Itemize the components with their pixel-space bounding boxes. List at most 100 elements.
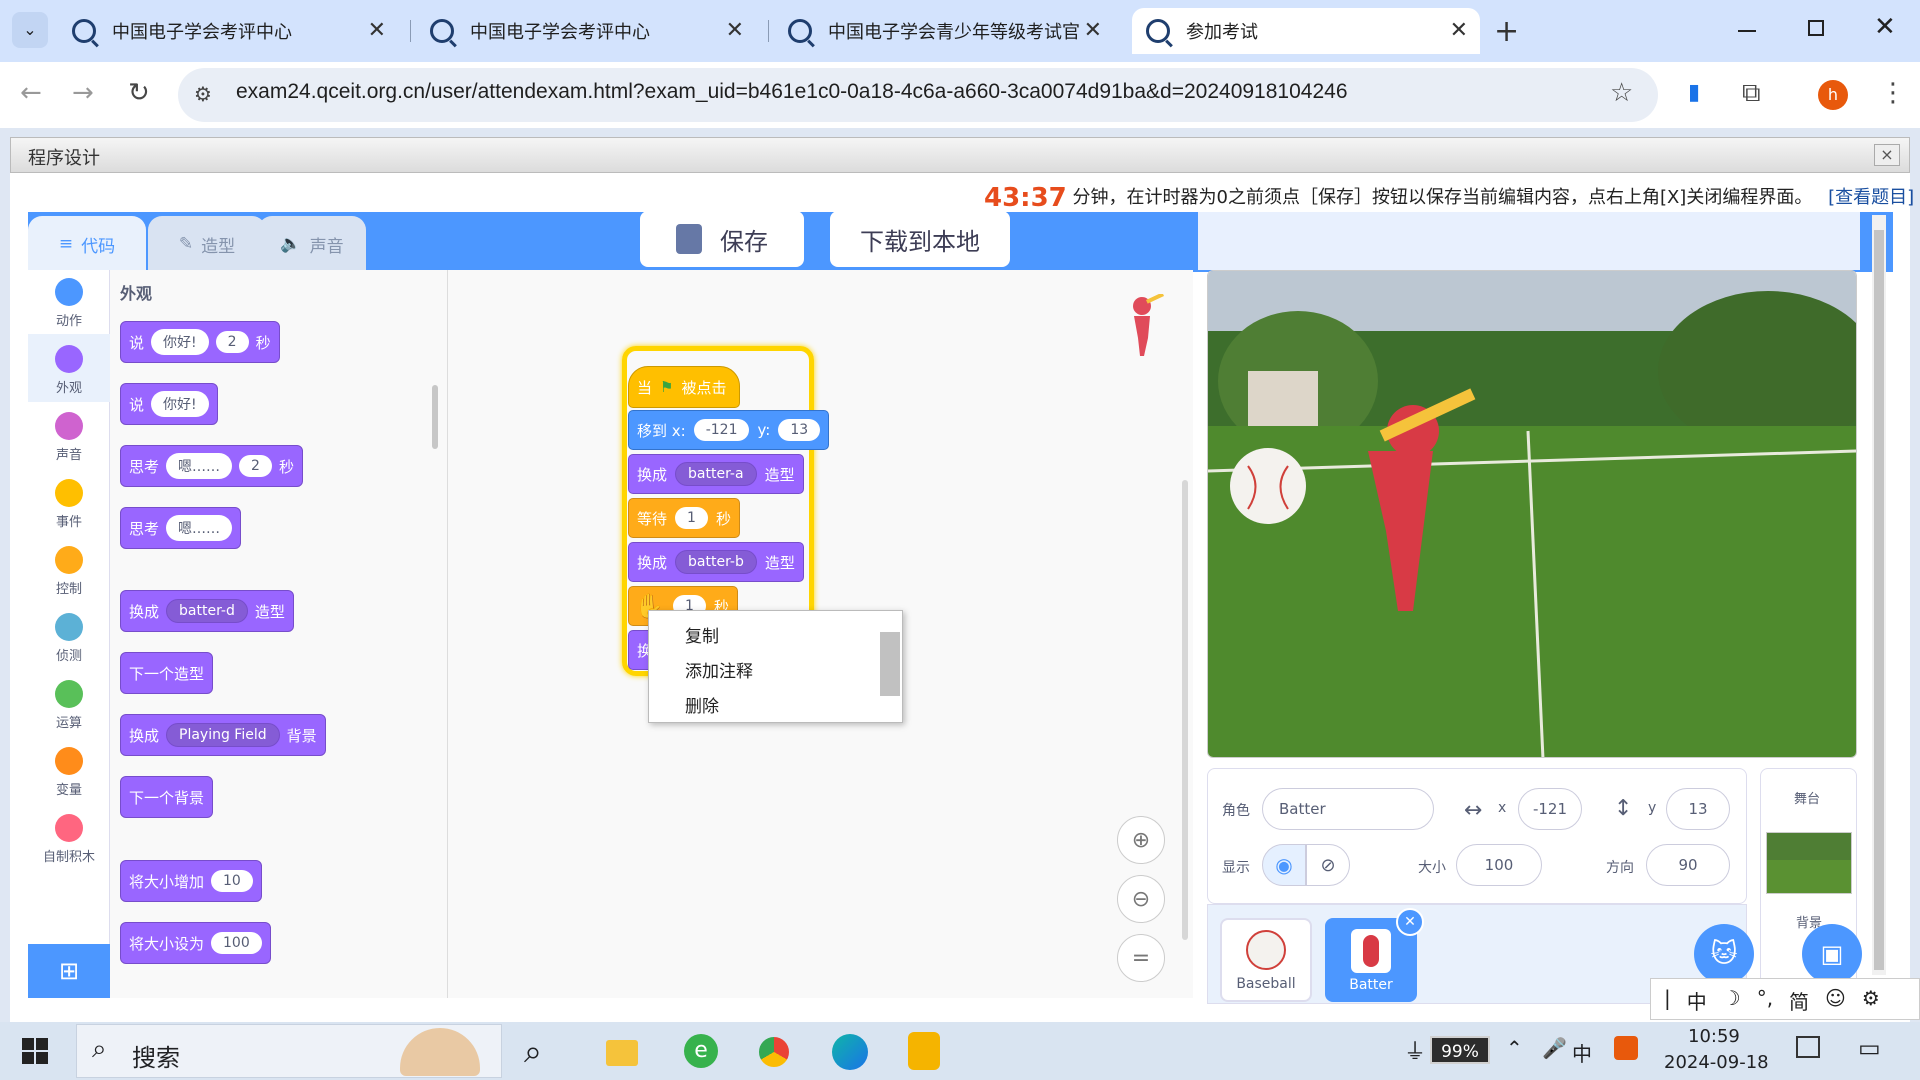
delete-sprite-icon[interactable]: ✕ <box>1396 908 1424 936</box>
moon-icon[interactable]: ☽ <box>1723 986 1741 1015</box>
browser-menu-icon[interactable]: ⋮ <box>1880 78 1906 108</box>
block-say-for-secs[interactable]: 说你好! 2 秒 <box>120 321 280 363</box>
tab-search-button[interactable]: ⌄ <box>12 12 48 48</box>
block-think[interactable]: 思考 嗯…… <box>120 507 242 549</box>
add-extension-button[interactable]: ⊞ <box>28 944 110 998</box>
browser-tab-1[interactable]: 中国电子学会考评中心 ✕ <box>58 8 398 54</box>
close-window-icon[interactable]: ✕ <box>1874 12 1896 42</box>
stage-canvas[interactable] <box>1207 270 1857 758</box>
browser-tab-2[interactable]: 中国电子学会考评中心 ✕ <box>416 8 756 54</box>
windows-start-icon[interactable] <box>22 1038 48 1064</box>
app-tray-icon[interactable] <box>1614 1036 1638 1060</box>
clock-time[interactable]: 10:59 <box>1688 1026 1740 1047</box>
category-events[interactable]: 事件 <box>28 479 110 530</box>
close-tab-icon[interactable]: ✕ <box>368 18 386 43</box>
view-question-link[interactable]: [查看题目] <box>1828 187 1914 208</box>
category-variables[interactable]: 变量 <box>28 747 110 798</box>
profile-avatar[interactable]: h <box>1818 80 1848 110</box>
media-icon[interactable] <box>1796 1036 1820 1058</box>
forward-icon[interactable]: → <box>72 78 94 108</box>
app-icon[interactable] <box>908 1032 940 1070</box>
close-tab-icon[interactable]: ✕ <box>1083 18 1102 43</box>
extensions-puzzle-icon[interactable]: ⧉ <box>1742 78 1761 109</box>
site-info-icon[interactable]: ⚙ <box>194 82 212 106</box>
tab-code[interactable]: ≡ 代码 <box>28 216 146 272</box>
reload-icon[interactable]: ↻ <box>128 78 150 108</box>
exam-close-button[interactable]: × <box>1874 144 1900 166</box>
context-menu-duplicate[interactable]: 复制 <box>685 622 719 647</box>
block-think-for-secs[interactable]: 思考 嗯…… 2 秒 <box>120 445 303 487</box>
block-next-costume[interactable]: 下一个造型 <box>120 652 214 694</box>
clock-date[interactable]: 2024-09-18 <box>1664 1052 1769 1073</box>
ime-language-indicator[interactable]: 中 <box>1572 1038 1592 1067</box>
zoom-reset-button[interactable]: = <box>1117 934 1165 982</box>
new-tab-button[interactable]: + <box>1494 14 1519 49</box>
block-switch-costume[interactable]: 换成 batter-d 造型 <box>120 590 294 632</box>
category-motion[interactable]: 动作 <box>28 278 110 329</box>
close-tab-icon[interactable]: ✕ <box>726 18 744 43</box>
restore-window-icon[interactable] <box>1808 20 1824 36</box>
zoom-in-button[interactable]: ⊕ <box>1117 816 1165 864</box>
exam-scrollbar-thumb[interactable] <box>1874 230 1884 970</box>
category-operators[interactable]: 运算 <box>28 680 110 731</box>
close-tab-icon[interactable]: ✕ <box>1450 18 1468 43</box>
back-icon[interactable]: ← <box>20 78 42 108</box>
palette-scrollbar[interactable] <box>432 385 438 449</box>
zoom-magnifier-icon[interactable]: ⌕ <box>524 1032 542 1071</box>
backdrop-thumbnail[interactable] <box>1766 832 1852 894</box>
choose-backdrop-button[interactable]: ▣ <box>1802 924 1862 984</box>
exam-window-title: 程序设计 <box>28 148 100 169</box>
block-set-size[interactable]: 将大小设为 100 <box>120 922 271 964</box>
category-control[interactable]: 控制 <box>28 546 110 597</box>
browser-tab-3[interactable]: 中国电子学会青少年等级考试官 ✕ <box>774 8 1114 54</box>
block-wait-1[interactable]: 等待 1 秒 <box>628 498 740 538</box>
direction-input[interactable]: 90 <box>1646 844 1730 886</box>
context-menu-scrollbar[interactable] <box>880 632 900 696</box>
chrome-icon[interactable] <box>756 1034 792 1070</box>
sprite-baseball[interactable]: Baseball <box>1220 918 1312 1002</box>
edge-icon[interactable] <box>832 1034 868 1070</box>
battery-indicator[interactable]: 99% <box>1430 1036 1490 1064</box>
block-next-backdrop[interactable]: 下一个背景 <box>120 776 214 818</box>
x-input[interactable]: -121 <box>1518 788 1582 830</box>
category-my-blocks[interactable]: 自制积木 <box>28 814 110 865</box>
y-input[interactable]: 13 <box>1666 788 1730 830</box>
context-menu-delete[interactable]: 删除 <box>685 692 719 717</box>
block-switch-costume-a[interactable]: 换成 batter-a 造型 <box>628 454 804 494</box>
download-button[interactable]: 下载到本地 <box>830 211 1010 267</box>
category-sound[interactable]: 声音 <box>28 412 110 463</box>
zoom-out-button[interactable]: ⊖ <box>1117 875 1165 923</box>
url-text[interactable]: exam24.qceit.org.cn/user/attendexam.html… <box>236 80 1348 104</box>
hide-eye-icon[interactable]: ⊘ <box>1306 844 1350 886</box>
tray-chevron-icon[interactable]: ⌃ <box>1506 1036 1523 1060</box>
choose-sprite-button[interactable]: 🐱 <box>1694 924 1754 984</box>
category-dot <box>55 814 83 842</box>
microphone-icon[interactable]: 🎤 <box>1542 1036 1567 1060</box>
file-explorer-icon[interactable] <box>606 1040 638 1066</box>
browser-tab-active[interactable]: 参加考试 ✕ <box>1132 8 1480 54</box>
size-input[interactable]: 100 <box>1456 844 1542 886</box>
emoji-icon[interactable]: ☺ <box>1825 986 1846 1015</box>
notification-icon[interactable]: ▭ <box>1858 1034 1881 1062</box>
ime-controls[interactable]: | 中 ☽ °, 简 ☺ ⚙ <box>1664 986 1880 1015</box>
show-eye-icon[interactable]: ◉ <box>1262 844 1306 886</box>
block-change-size[interactable]: 将大小增加 10 <box>120 860 262 902</box>
block-when-flag-clicked[interactable]: 当 ⚑ 被点击 <box>628 366 740 408</box>
minimize-window-icon[interactable] <box>1738 30 1756 32</box>
category-sensing[interactable]: 侦测 <box>28 613 110 664</box>
sprite-name-input[interactable]: Batter <box>1262 788 1434 830</box>
category-looks[interactable]: 外观 <box>28 345 110 396</box>
context-menu-add-comment[interactable]: 添加注释 <box>685 657 753 682</box>
settings-gear-icon[interactable]: ⚙ <box>1862 986 1880 1015</box>
save-button[interactable]: 保存 <box>640 211 804 267</box>
tab-sound[interactable]: 🔈 声音 <box>258 216 366 272</box>
block-say[interactable]: 说你好! <box>120 383 218 425</box>
browser-e-icon[interactable]: e <box>684 1034 718 1068</box>
script-area-scrollbar[interactable] <box>1182 480 1188 940</box>
block-switch-costume-b[interactable]: 换成 batter-b 造型 <box>628 542 804 582</box>
bookmark-star-icon[interactable]: ☆ <box>1610 78 1633 108</box>
block-switch-backdrop[interactable]: 换成 Playing Field 背景 <box>120 714 326 756</box>
tab-costume[interactable]: ✎ 造型 <box>148 216 266 272</box>
block-goto-xy[interactable]: 移到 x: -121 y: 13 <box>628 410 830 450</box>
extension-icon[interactable]: ▮ <box>1688 80 1700 105</box>
